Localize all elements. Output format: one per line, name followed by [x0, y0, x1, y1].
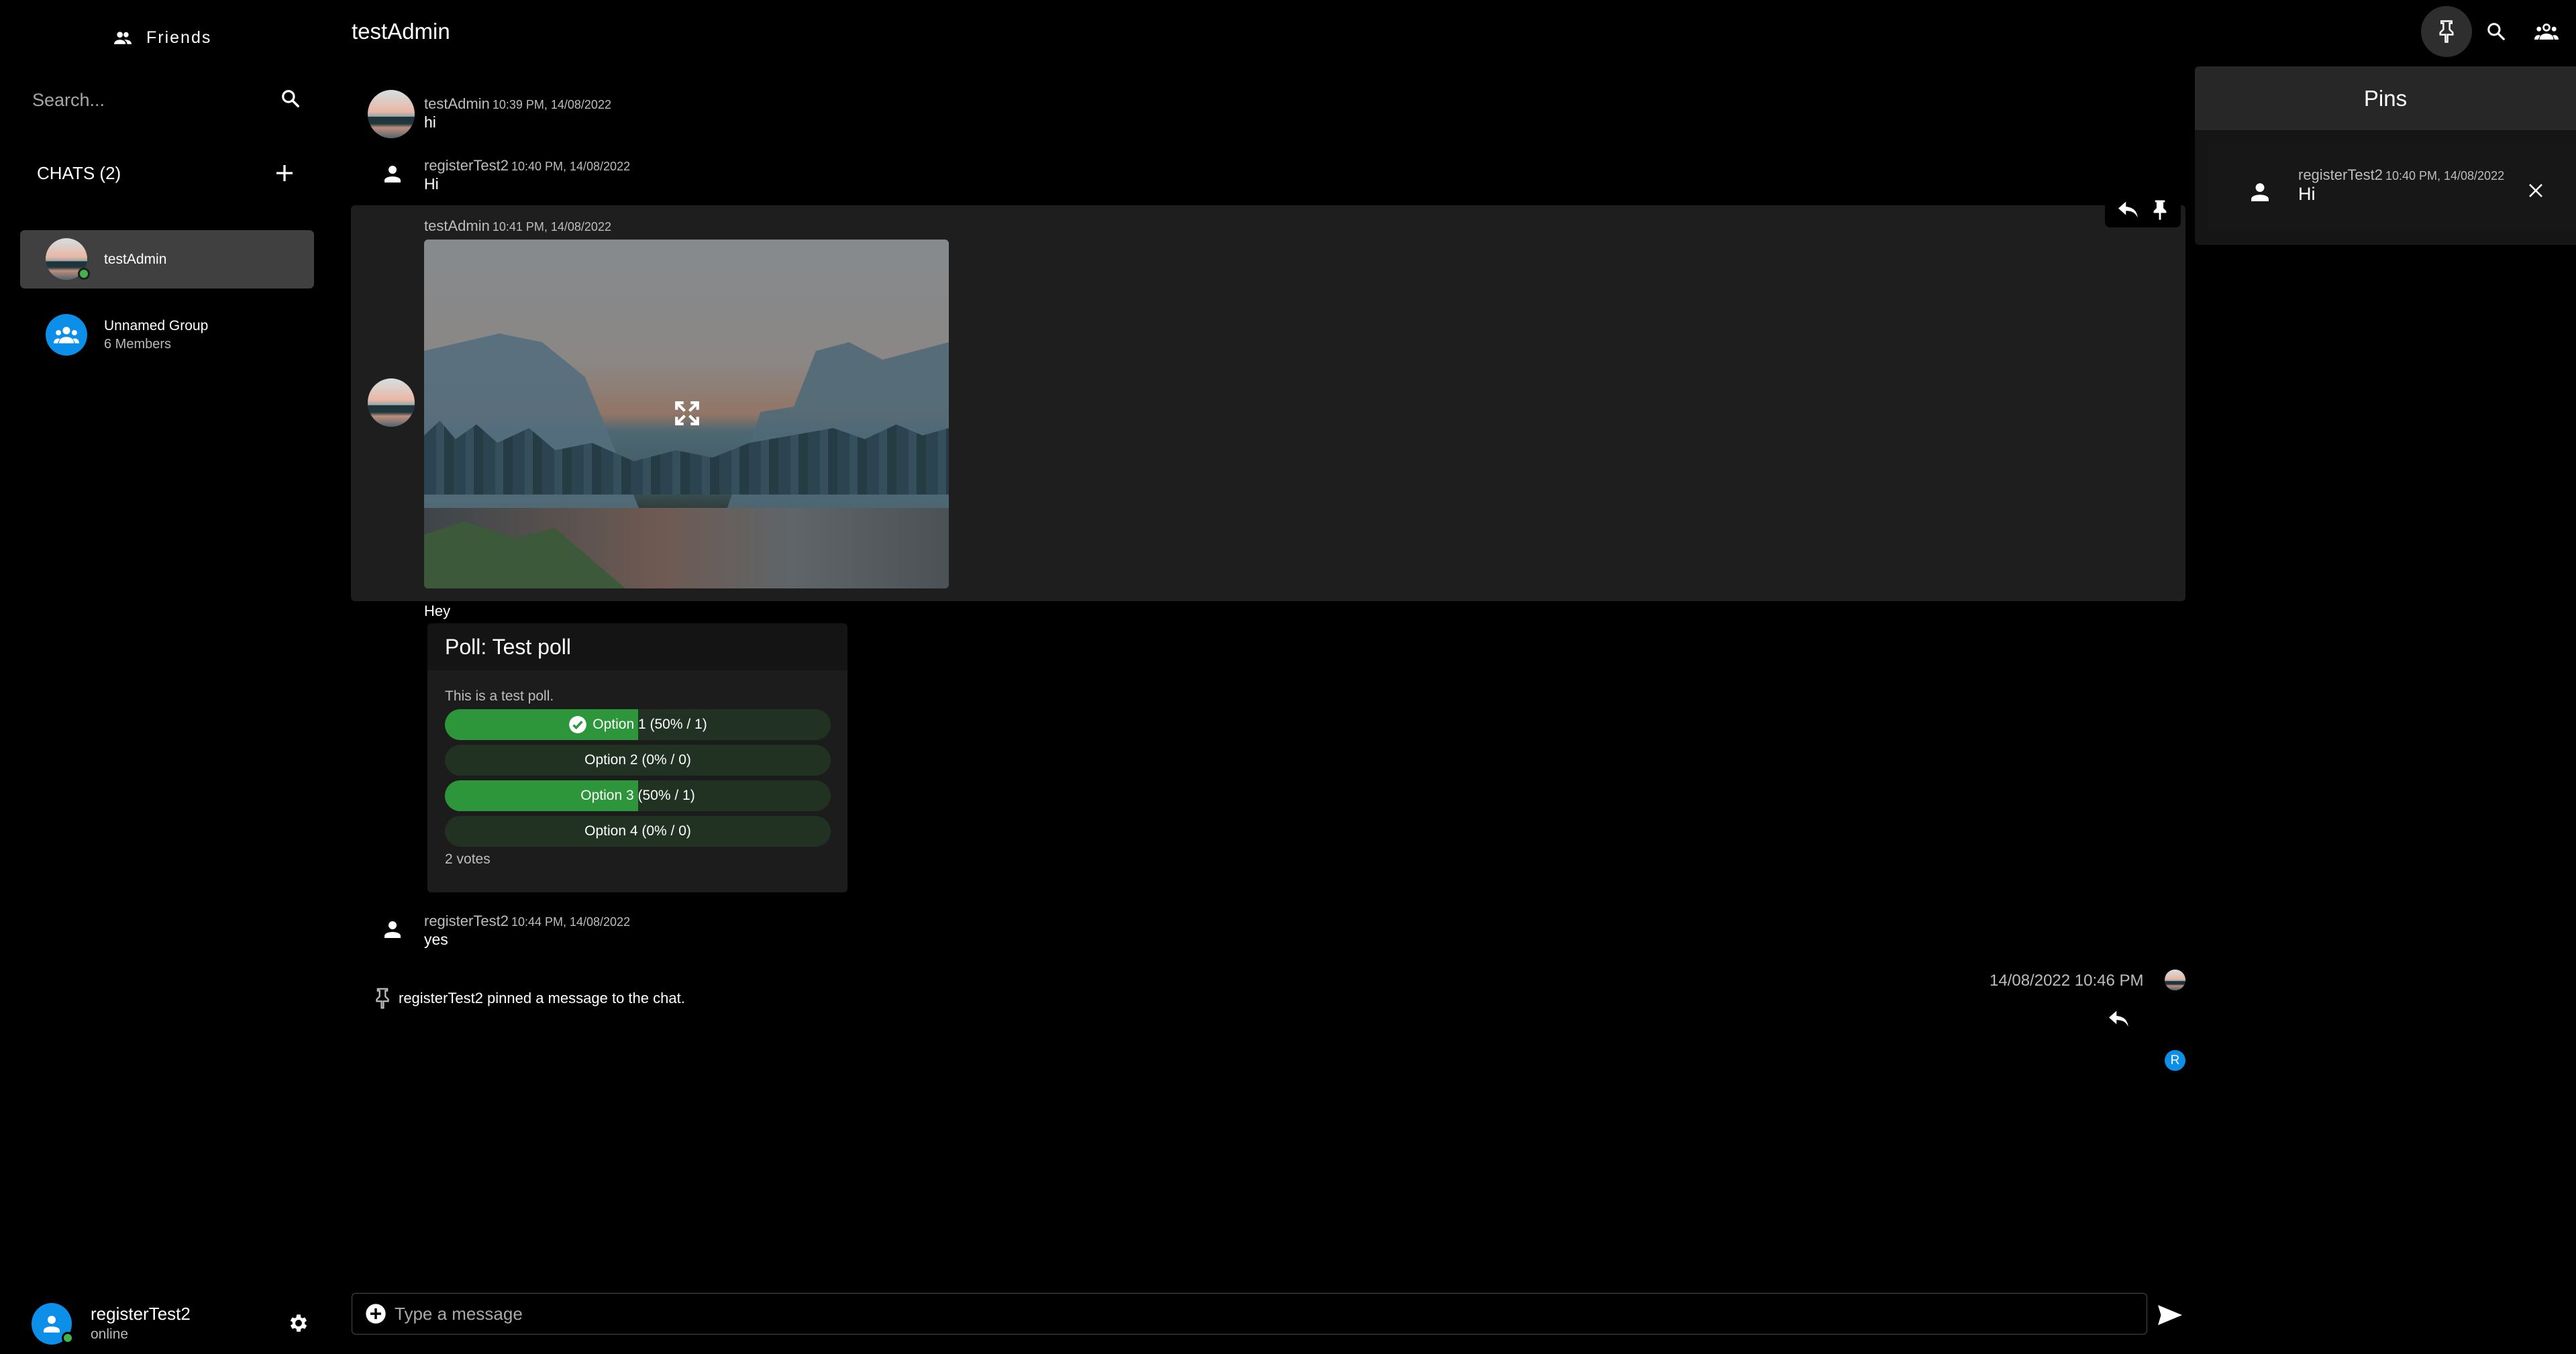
- system-message: registerTest2 pinned a message to the ch…: [376, 988, 685, 1009]
- friends-icon: [114, 31, 132, 44]
- chat-name: Unnamed Group: [104, 318, 209, 333]
- person-icon: [384, 921, 401, 938]
- pinned-message[interactable]: registerTest2 10:40 PM, 14/08/2022 Hi: [2207, 142, 2576, 231]
- message-meta: testAdmin 10:41 PM, 14/08/2022: [424, 217, 611, 235]
- message-meta: registerTest2 10:40 PM, 14/08/2022: [424, 157, 630, 174]
- read-receipt-timestamp: 14/08/2022 10:46 PM: [1990, 972, 2144, 990]
- pins-title: Pins: [2195, 66, 2576, 130]
- person-icon: [384, 165, 401, 183]
- message-time: 10:41 PM, 14/08/2022: [492, 220, 611, 233]
- poll-option-label: Option 4 (0% / 0): [584, 823, 691, 839]
- friends-button[interactable]: Friends: [114, 24, 211, 51]
- expand-icon[interactable]: [673, 399, 701, 427]
- friends-label: Friends: [146, 28, 212, 47]
- poll-option[interactable]: Option 3 (50% / 1): [445, 780, 831, 811]
- pinned-meta: registerTest2 10:40 PM, 14/08/2022: [2298, 166, 2504, 184]
- pinned-text: Hi: [2298, 184, 2316, 204]
- message-time: 10:44 PM, 14/08/2022: [511, 915, 631, 929]
- person-icon: [44, 1315, 60, 1333]
- poll-option[interactable]: Option 1 (50% / 1): [445, 709, 831, 740]
- chat-name: testAdmin: [104, 251, 167, 267]
- pin-icon: [2439, 20, 2454, 43]
- pinned-author: registerTest2: [2298, 166, 2383, 183]
- message-meta: registerTest2 10:44 PM, 14/08/2022: [424, 913, 630, 930]
- settings-gear-icon[interactable]: [287, 1312, 310, 1335]
- read-receipt-avatar: [2165, 970, 2185, 990]
- chat-search: [32, 83, 307, 117]
- pin-message-icon[interactable]: [2153, 199, 2167, 221]
- send-icon[interactable]: [2158, 1305, 2182, 1325]
- online-status-dot: [62, 1332, 74, 1344]
- message-time: 10:39 PM, 14/08/2022: [492, 98, 611, 111]
- reply-icon[interactable]: [2118, 201, 2139, 219]
- group-avatar: [46, 314, 87, 356]
- poll-card: Poll: Test poll This is a test poll. Opt…: [427, 623, 847, 892]
- message-text: Hey: [424, 603, 451, 619]
- poll-vote-count: 2 votes: [445, 851, 491, 867]
- message-text: hi: [424, 113, 436, 131]
- poll-title: Poll: Test poll: [427, 623, 847, 670]
- group-icon: [54, 326, 79, 344]
- members-button[interactable]: [2521, 6, 2572, 57]
- message-time: 10:40 PM, 14/08/2022: [511, 160, 631, 173]
- search-icon: [2486, 21, 2506, 42]
- chats-heading: CHATS (2): [37, 163, 121, 183]
- group-icon: [2534, 23, 2559, 40]
- chat-title: testAdmin: [352, 19, 450, 44]
- message-input[interactable]: [395, 1303, 2147, 1324]
- message-composer: [352, 1293, 2147, 1335]
- add-attachment-icon[interactable]: [365, 1303, 387, 1324]
- check-circle-icon: [568, 715, 587, 734]
- message-author: testAdmin: [424, 95, 490, 112]
- chat-member-count: 6 Members: [104, 337, 172, 352]
- poll-description: This is a test poll.: [445, 688, 554, 704]
- person-icon: [2251, 183, 2269, 201]
- image-attachment[interactable]: [424, 240, 949, 588]
- poll-option-label: Option 3 (50% / 1): [580, 788, 695, 803]
- poll-option[interactable]: Option 4 (0% / 0): [445, 816, 831, 847]
- pin-icon: [376, 988, 389, 1009]
- author-avatar[interactable]: [368, 378, 415, 427]
- message-author: registerTest2: [424, 157, 509, 174]
- pinned-time: 10:40 PM, 14/08/2022: [2385, 169, 2505, 183]
- add-chat-button[interactable]: [272, 161, 297, 185]
- reply-icon[interactable]: [2109, 1010, 2129, 1028]
- system-message-text: registerTest2 pinned a message to the ch…: [399, 990, 685, 1006]
- message-actions-toolbar: [2105, 193, 2181, 227]
- pins-panel: Pins registerTest2 10:40 PM, 14/08/2022 H…: [2195, 66, 2576, 245]
- author-avatar[interactable]: [368, 90, 415, 138]
- search-messages-button[interactable]: [2471, 6, 2522, 57]
- poll-option-label: Option 2 (0% / 0): [584, 752, 691, 768]
- message-meta: testAdmin 10:39 PM, 14/08/2022: [424, 95, 611, 113]
- poll-option-label: Option 1 (50% / 1): [593, 717, 707, 732]
- online-status-dot: [78, 268, 90, 280]
- message-author: testAdmin: [424, 217, 490, 234]
- current-user-status: online: [91, 1326, 129, 1342]
- poll-option[interactable]: Option 2 (0% / 0): [445, 745, 831, 776]
- message-text: Hi: [424, 175, 439, 193]
- pins-toggle-button[interactable]: [2421, 6, 2472, 57]
- chat-item-testadmin[interactable]: testAdmin: [20, 230, 314, 289]
- search-icon[interactable]: [280, 89, 301, 109]
- chat-item-unnamed-group[interactable]: Unnamed Group 6 Members: [20, 313, 314, 363]
- current-user-name: registerTest2: [91, 1304, 191, 1324]
- reader-badge: R: [2165, 1050, 2185, 1071]
- close-icon[interactable]: [2528, 183, 2544, 199]
- message-author: registerTest2: [424, 913, 509, 929]
- message-text: yes: [424, 931, 448, 948]
- search-input[interactable]: [32, 89, 260, 111]
